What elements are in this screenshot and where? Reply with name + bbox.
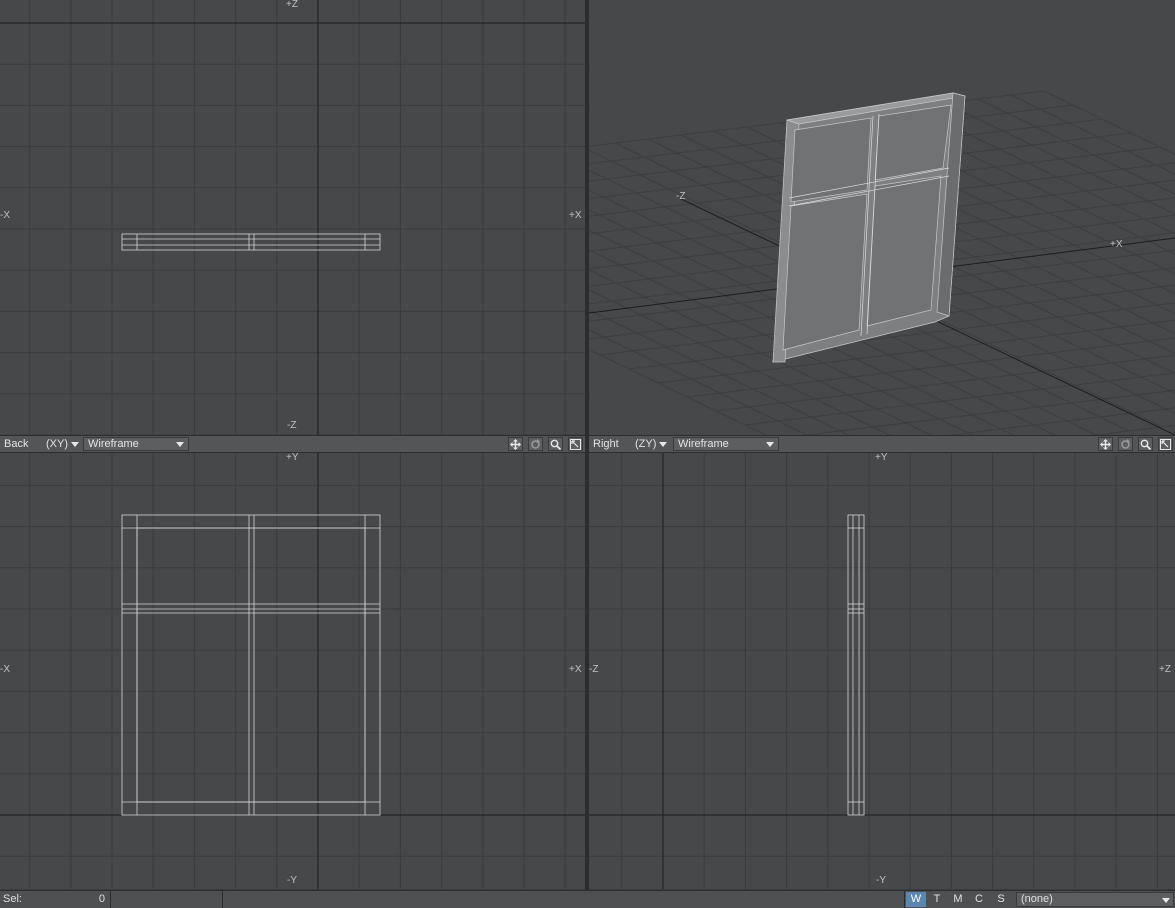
back-viewport-canvas[interactable]: [0, 453, 585, 889]
chevron-down-icon: [1162, 898, 1170, 903]
perspective-viewport[interactable]: -Z +X: [589, 0, 1175, 435]
back-view-mode-label: Wireframe: [88, 438, 139, 450]
back-axis-left-label: -X: [0, 664, 10, 675]
move-view-button[interactable]: [1098, 437, 1113, 451]
mode-button-s[interactable]: S: [991, 892, 1011, 907]
chevron-down-icon: [71, 441, 79, 447]
right-view-mode-dropdown[interactable]: Wireframe: [673, 437, 779, 451]
right-view-plane-dropdown[interactable]: (ZY): [635, 438, 668, 450]
right-viewport-header: Right (ZY) Wireframe: [589, 435, 1175, 453]
top-axis-left-label: -X: [0, 210, 10, 221]
maximize-view-button[interactable]: [1158, 437, 1173, 451]
selection-set-dropdown[interactable]: (none): [1016, 892, 1174, 907]
back-axis-bottom-label: -Y: [287, 875, 297, 886]
mode-button-c[interactable]: C: [969, 892, 989, 907]
rotate-view-icon: [531, 439, 540, 449]
zoom-view-button[interactable]: [1138, 437, 1153, 451]
zoom-view-icon: [1140, 439, 1151, 450]
status-separator: [222, 891, 223, 908]
maximize-view-icon: [570, 439, 581, 450]
move-view-icon: [1100, 439, 1111, 450]
back-view-mode-dropdown[interactable]: Wireframe: [83, 437, 189, 451]
zoom-view-icon: [550, 439, 561, 450]
mode-button-m[interactable]: M: [948, 892, 968, 907]
window-frame-top-wireframe: [121, 233, 381, 251]
rotate-view-icon: [1121, 439, 1130, 449]
zoom-view-button[interactable]: [548, 437, 563, 451]
rotate-view-button[interactable]: [528, 437, 543, 451]
back-axis-top-label: +Y: [286, 453, 299, 463]
right-axis-left-label: -Z: [589, 664, 599, 675]
top-viewport[interactable]: +Z -Z -X +X: [0, 0, 585, 435]
right-axis-bottom-label: -Y: [876, 875, 886, 886]
chevron-down-icon: [659, 441, 668, 447]
top-axis-right-label: +X: [569, 210, 582, 221]
perspective-axis-x-label: +X: [1110, 239, 1123, 250]
right-view-name[interactable]: Right: [593, 438, 619, 450]
selection-label: Sel:: [3, 893, 22, 905]
mode-button-w[interactable]: W: [906, 892, 926, 907]
maximize-view-icon: [1160, 439, 1171, 450]
right-view-mode-label: Wireframe: [678, 438, 729, 450]
back-view-plane-label: (XY): [46, 438, 68, 450]
right-axis-right-label: +Z: [1159, 664, 1171, 675]
right-viewport[interactable]: +Y -Y -Z +Z: [589, 453, 1175, 889]
viewport-splitter-vertical[interactable]: [585, 0, 589, 890]
top-viewport-canvas[interactable]: [0, 0, 585, 435]
back-viewport-header: Back (XY) Wireframe: [0, 435, 585, 453]
window-frame-back-wireframe: [121, 514, 381, 816]
window-frame-side-wireframe: [847, 514, 865, 816]
selection-count: 0: [98, 893, 105, 905]
status-bar: Sel: 0 W T M C S (none): [0, 890, 1175, 908]
status-separator: [110, 891, 111, 908]
perspective-axis-z-label: -Z: [676, 191, 686, 202]
right-view-plane-label: (ZY): [635, 438, 657, 450]
move-view-button[interactable]: [508, 437, 523, 451]
top-axis-bottom-label: -Z: [287, 420, 297, 431]
mode-button-t[interactable]: T: [927, 892, 947, 907]
selection-set-label: (none): [1021, 893, 1053, 905]
window-frame-3d: [772, 92, 966, 363]
chevron-down-icon: [176, 442, 184, 447]
back-axis-right-label: +X: [569, 664, 582, 675]
back-viewport[interactable]: +Y -Y -X +X: [0, 453, 585, 889]
right-axis-top-label: +Y: [875, 453, 888, 463]
right-viewport-canvas[interactable]: [589, 453, 1175, 889]
top-axis-top-label: +Z: [286, 0, 298, 10]
chevron-down-icon: [766, 442, 774, 447]
back-view-name[interactable]: Back: [4, 438, 28, 450]
rotate-view-button[interactable]: [1118, 437, 1133, 451]
back-view-plane-dropdown[interactable]: (XY): [46, 438, 79, 450]
perspective-viewport-canvas[interactable]: [589, 0, 1175, 435]
status-separator: [904, 891, 905, 908]
move-view-icon: [510, 439, 521, 450]
maximize-view-button[interactable]: [568, 437, 583, 451]
